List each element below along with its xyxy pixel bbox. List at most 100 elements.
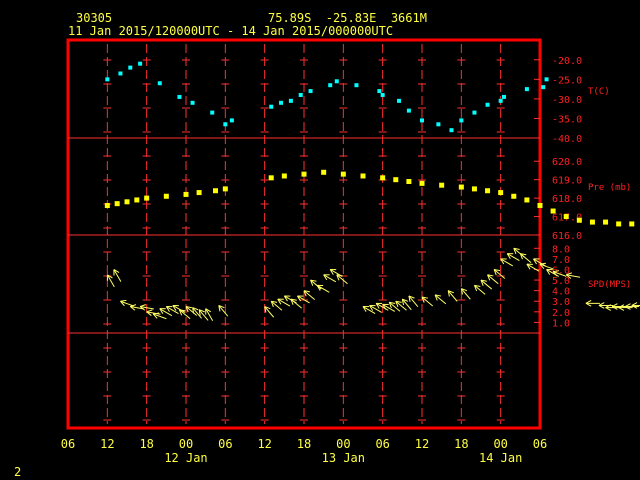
temperature-point xyxy=(485,102,490,107)
y-tick-label: 618.0 xyxy=(552,194,582,205)
temperature-point xyxy=(105,77,110,82)
pressure-point xyxy=(134,197,140,203)
pressure-point xyxy=(563,214,569,220)
temperature-point xyxy=(157,81,162,86)
x-tick-label: 06 xyxy=(375,437,389,451)
temperature-point xyxy=(128,65,133,70)
pressure-point xyxy=(393,177,399,183)
temperature-point xyxy=(449,128,454,133)
wind-arrow-head xyxy=(139,304,146,308)
x-tick-label: 00 xyxy=(336,437,350,451)
x-tick-label: 00 xyxy=(493,437,507,451)
pressure-point xyxy=(603,219,609,225)
wind-arrow xyxy=(421,296,434,307)
wind-arrow xyxy=(611,303,627,310)
temperature-point xyxy=(436,122,441,127)
temperature-point xyxy=(406,108,411,113)
pressure-point xyxy=(114,201,120,207)
pressure-point xyxy=(124,199,130,205)
wind-arrow-head xyxy=(120,299,127,302)
pressure-point xyxy=(281,173,287,179)
temperature-point xyxy=(501,94,506,99)
wind-arrow xyxy=(178,309,191,320)
temperature-point xyxy=(288,98,293,103)
y-tick-label: -30.0 xyxy=(552,95,582,106)
pressure-point xyxy=(268,175,274,181)
pressure-point xyxy=(485,188,491,194)
temperature-point xyxy=(377,89,382,94)
wind-arrow xyxy=(460,288,471,300)
pressure-point xyxy=(589,219,595,225)
pressure-point xyxy=(183,191,189,197)
temperature-point xyxy=(177,94,182,99)
pressure-point xyxy=(439,182,445,188)
pressure-point xyxy=(537,202,543,208)
wind-arrow xyxy=(277,298,291,307)
x-tick-label: 12 xyxy=(100,437,114,451)
y-tick-label: 620.0 xyxy=(552,157,582,168)
y-tick-label: 2.0 xyxy=(552,308,570,319)
temperature-point xyxy=(118,71,123,76)
temperature-point xyxy=(380,92,385,97)
pressure-point xyxy=(222,186,228,192)
pressure-point xyxy=(321,169,327,175)
y-tick-label: -40.0 xyxy=(552,134,582,145)
temperature-point xyxy=(397,98,402,103)
temperature-point xyxy=(308,89,313,94)
x-date-label: 12 Jan xyxy=(164,451,207,465)
x-date-label: 14 Jan xyxy=(479,451,522,465)
pressure-point xyxy=(163,193,169,199)
pressure-point xyxy=(360,173,366,179)
pressure-point xyxy=(406,179,412,185)
temperature-point xyxy=(210,110,215,115)
y-tick-label: -25.0 xyxy=(552,75,582,86)
y-tick-label: 5.0 xyxy=(552,276,570,287)
y-tick-label: -35.0 xyxy=(552,114,582,125)
wind-arrow xyxy=(480,279,493,290)
wind-arrow xyxy=(434,294,447,305)
pressure-point xyxy=(511,193,517,199)
temperature-point xyxy=(223,122,228,127)
pressure-point xyxy=(550,208,556,214)
wind-arrow xyxy=(264,306,275,318)
temperature-point xyxy=(541,85,546,90)
x-tick-label: 12 xyxy=(257,437,271,451)
y-tick-label: 616.0 xyxy=(552,231,582,242)
x-tick-label: 18 xyxy=(297,437,311,451)
wind-arrow xyxy=(303,290,316,301)
temperature-point xyxy=(229,118,234,123)
x-date-label: 13 Jan xyxy=(322,451,365,465)
pressure-point xyxy=(524,197,530,203)
temperature-point xyxy=(459,118,464,123)
meteogram-chart: -20.0-25.0-30.0-35.0-40.0T(C)616.0617.06… xyxy=(61,38,640,465)
wind-arrow xyxy=(106,274,115,288)
temperature-point xyxy=(420,118,424,123)
temperature-point xyxy=(334,79,339,84)
x-tick-label: 06 xyxy=(218,437,232,451)
wind-arrow xyxy=(519,253,532,263)
wind-arrow xyxy=(120,299,134,307)
temperature-point xyxy=(472,110,477,115)
panel-axis-label: T(C) xyxy=(588,87,610,97)
y-tick-label: -20.0 xyxy=(552,56,582,67)
pressure-point xyxy=(380,175,386,181)
wind-arrow xyxy=(310,279,322,290)
wind-arrow xyxy=(585,300,600,307)
wind-arrow xyxy=(159,308,173,317)
pressure-point xyxy=(213,188,218,194)
temperature-point xyxy=(354,83,359,88)
wind-arrow xyxy=(323,274,337,283)
pressure-point xyxy=(419,180,425,186)
pressure-point xyxy=(301,171,307,177)
wind-arrow xyxy=(218,305,229,317)
x-tick-label: 18 xyxy=(454,437,468,451)
pressure-point xyxy=(629,221,635,227)
temperature-point xyxy=(544,77,549,82)
pressure-point xyxy=(471,186,477,192)
wind-arrow xyxy=(618,304,633,311)
wind-arrow xyxy=(316,284,330,293)
temperature-point xyxy=(328,83,333,88)
temperature-point xyxy=(138,61,143,66)
temperature-point xyxy=(190,100,195,105)
wind-arrow xyxy=(500,258,514,267)
